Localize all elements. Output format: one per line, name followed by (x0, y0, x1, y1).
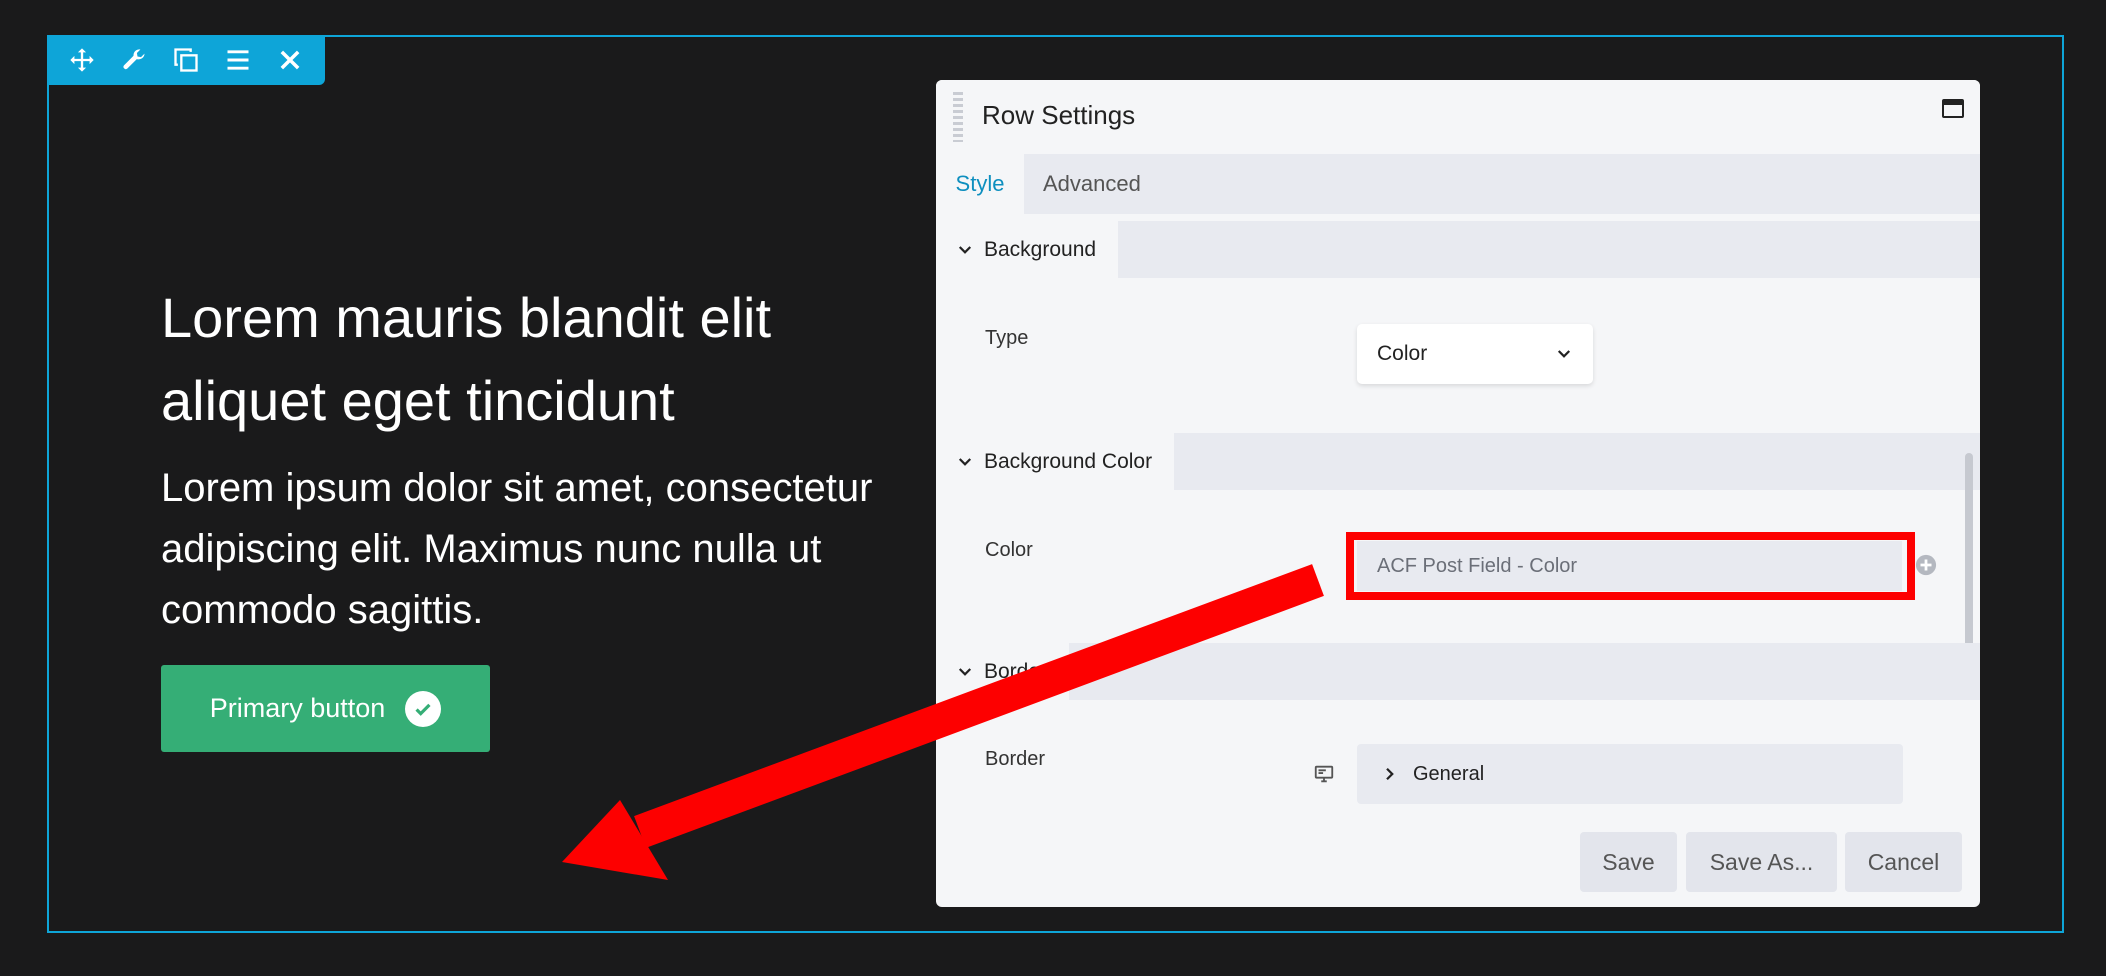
move-icon[interactable] (67, 45, 97, 75)
panel-header: Row Settings (936, 80, 1980, 154)
color-label: Color (985, 539, 1033, 561)
section-background-title: Background (984, 237, 1097, 261)
section-border: Border (936, 643, 1980, 700)
border-label: Border (985, 748, 1046, 770)
plus-circle-icon[interactable] (1915, 554, 1937, 576)
type-select[interactable]: Color (1357, 324, 1593, 384)
border-general-label: General (1413, 762, 1485, 785)
section-border-toggle[interactable]: Border (936, 643, 1070, 700)
panel-title: Row Settings (982, 100, 1136, 130)
tab-style[interactable]: Style (936, 154, 1024, 214)
section-background-color: Background Color (936, 433, 1980, 490)
row-settings-panel: Row Settings Style Advanced Background T… (936, 80, 1980, 907)
section-background-color-toggle[interactable]: Background Color (936, 433, 1175, 490)
type-label: Type (985, 327, 1029, 349)
close-icon[interactable] (275, 45, 305, 75)
save-as-button[interactable]: Save As... (1686, 832, 1837, 892)
wrench-icon[interactable] (119, 45, 149, 75)
chevron-down-icon (1557, 350, 1571, 358)
chevron-down-icon (958, 245, 972, 254)
section-border-title: Border (984, 659, 1048, 683)
row-toolbar (47, 35, 325, 85)
duplicate-icon[interactable] (171, 45, 201, 75)
highlight-box (1346, 532, 1915, 600)
type-select-value: Color (1377, 342, 1428, 365)
hero-text: Lorem ipsum dolor sit amet, consectetur … (161, 466, 873, 632)
primary-button-label: Primary button (209, 693, 386, 723)
menu-icon[interactable] (223, 45, 253, 75)
chevron-down-icon (958, 667, 972, 676)
save-button[interactable]: Save (1580, 832, 1677, 892)
tabs-bar: Style Advanced (936, 154, 1980, 214)
primary-button[interactable]: Primary button (161, 665, 490, 752)
maximize-icon[interactable] (1942, 99, 1964, 118)
tab-advanced[interactable]: Advanced (1043, 154, 1141, 214)
section-background: Background (936, 221, 1980, 278)
chevron-right-icon (1386, 767, 1394, 781)
drag-handle[interactable] (953, 92, 963, 142)
desktop-icon[interactable] (1313, 763, 1335, 785)
chevron-down-icon (958, 457, 972, 466)
section-background-color-title: Background Color (984, 449, 1153, 473)
section-background-toggle[interactable]: Background (936, 221, 1119, 278)
border-general-toggle[interactable]: General (1357, 744, 1903, 804)
cancel-button[interactable]: Cancel (1845, 832, 1962, 892)
check-circle-icon (405, 690, 442, 727)
hero-heading: Lorem mauris blandit elit aliquet eget t… (161, 286, 772, 432)
